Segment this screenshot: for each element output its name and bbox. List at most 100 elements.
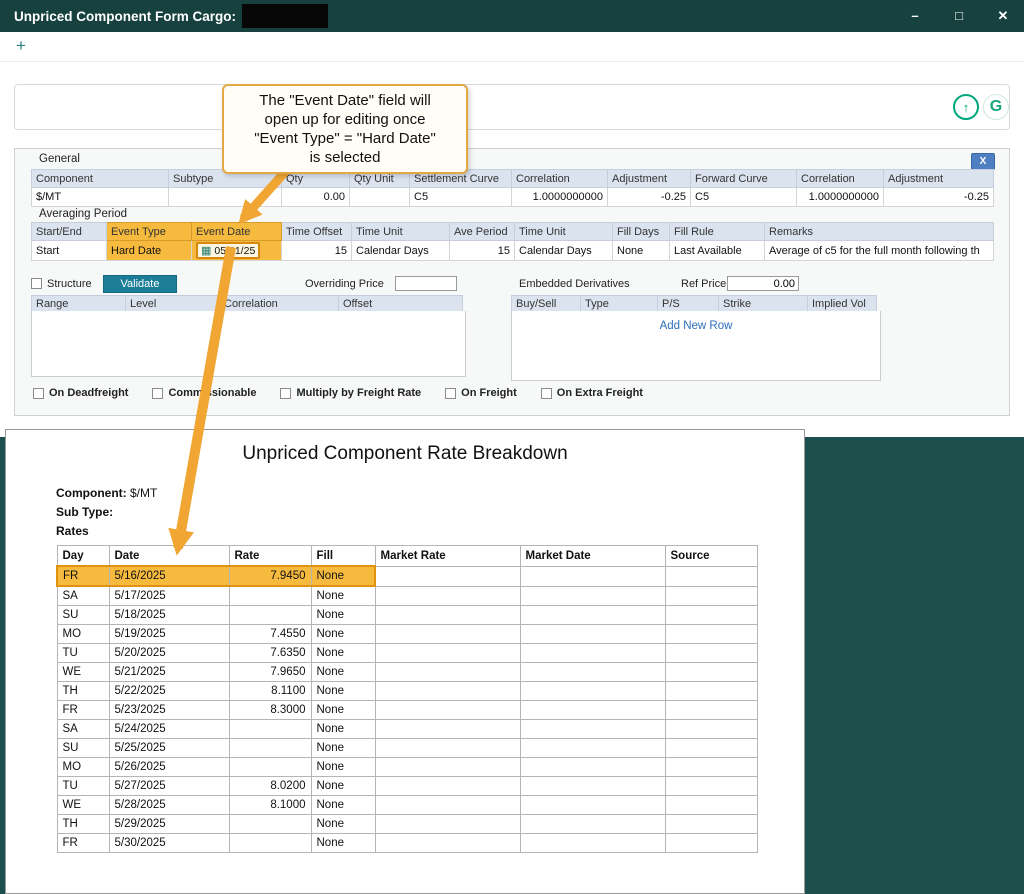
cell: [520, 739, 665, 758]
checkbox[interactable]: [280, 388, 291, 399]
column-header: Fill Rule: [670, 223, 765, 241]
grid-cell[interactable]: $/MT: [32, 188, 169, 207]
grid-cell[interactable]: Last Available: [670, 241, 765, 261]
cell: TH: [57, 682, 109, 701]
checkbox[interactable]: [33, 388, 44, 399]
grid-cell[interactable]: -0.25: [884, 188, 994, 207]
cell: None: [311, 663, 375, 682]
validate-button[interactable]: Validate: [103, 275, 177, 293]
cell: 5/29/2025: [109, 815, 229, 834]
grid-cell[interactable]: Average of c5 for the full month followi…: [765, 241, 994, 261]
event-date-cell[interactable]: ▦05/01/25: [192, 241, 282, 261]
grid-cell[interactable]: Calendar Days: [515, 241, 613, 261]
main-window: Unpriced Component Form Cargo: – □ ✕ + ↑…: [0, 0, 1024, 437]
cell: [520, 758, 665, 777]
ref-price-label: Ref Price: [681, 278, 726, 290]
cell: [375, 796, 520, 815]
rates-line: Rates: [56, 524, 89, 538]
cell: None: [311, 777, 375, 796]
structure-label: Structure: [47, 278, 92, 290]
grid-cell[interactable]: C5: [410, 188, 512, 207]
averaging-period-label: Averaging Period: [39, 208, 127, 220]
cell: [665, 815, 757, 834]
grid-cell[interactable]: Hard Date: [107, 241, 192, 261]
checkbox-option[interactable]: On Extra Freight: [541, 387, 643, 399]
checkbox-option[interactable]: Commissionable: [152, 387, 256, 399]
cell: [229, 834, 311, 853]
close-button[interactable]: ✕: [996, 8, 1010, 24]
callout-line: The "Event Date" field will: [230, 91, 460, 110]
callout-line: is selected: [230, 148, 460, 167]
column-header: Adjustment: [608, 170, 691, 188]
grid-cell[interactable]: -0.25: [608, 188, 691, 207]
add-new-row-link[interactable]: Add New Row: [660, 320, 733, 332]
status-icon[interactable]: ↑: [953, 94, 979, 120]
cell: 5/30/2025: [109, 834, 229, 853]
cell: [229, 739, 311, 758]
cell: 8.1000: [229, 796, 311, 815]
cell: [665, 739, 757, 758]
cell: None: [311, 682, 375, 701]
cell: 5/16/2025: [109, 566, 229, 586]
cell: 5/27/2025: [109, 777, 229, 796]
event-date-input[interactable]: ▦05/01/25: [196, 242, 260, 259]
averaging-period-table: Start/EndEvent TypeEvent DateTime Offset…: [31, 222, 994, 261]
cell: 7.9650: [229, 663, 311, 682]
grid-cell[interactable]: 1.0000000000: [512, 188, 608, 207]
column-header: Adjustment: [884, 170, 994, 188]
cell: None: [311, 739, 375, 758]
column-header: Fill Days: [613, 223, 670, 241]
grid-cell[interactable]: [350, 188, 410, 207]
table-row: TH5/22/20258.1100None: [57, 682, 757, 701]
table-row: TU5/20/20257.6350None: [57, 644, 757, 663]
grid-cell[interactable]: 15: [282, 241, 352, 261]
column-header: Market Date: [520, 546, 665, 567]
derivatives-table-header: Buy/SellTypeP/SStrikeImplied Vol: [511, 295, 876, 312]
add-button[interactable]: +: [16, 36, 26, 56]
cell: [375, 682, 520, 701]
grid-cell[interactable]: [169, 188, 282, 207]
grid-cell[interactable]: 1.0000000000: [797, 188, 884, 207]
cell: 5/17/2025: [109, 586, 229, 606]
checkbox-option[interactable]: On Freight: [445, 387, 517, 399]
checkbox[interactable]: [445, 388, 456, 399]
component-label: Component:: [56, 486, 127, 500]
cell: SA: [57, 720, 109, 739]
checkbox[interactable]: [541, 388, 552, 399]
grid-cell[interactable]: C5: [691, 188, 797, 207]
grid-cell[interactable]: Calendar Days: [352, 241, 450, 261]
cell: [229, 815, 311, 834]
structure-checkbox[interactable]: [31, 278, 42, 289]
minimize-button[interactable]: –: [908, 8, 922, 24]
checkbox[interactable]: [152, 388, 163, 399]
cell: [375, 739, 520, 758]
maximize-button[interactable]: □: [952, 8, 966, 24]
column-header: Event Date: [192, 223, 282, 241]
cell: TU: [57, 644, 109, 663]
panel-close-button[interactable]: X: [971, 153, 995, 170]
grid-cell[interactable]: None: [613, 241, 670, 261]
cell: WE: [57, 663, 109, 682]
table-row: FR5/30/2025None: [57, 834, 757, 853]
cell: 5/18/2025: [109, 606, 229, 625]
cell: 5/19/2025: [109, 625, 229, 644]
cell: MO: [57, 625, 109, 644]
cell: None: [311, 586, 375, 606]
cell: None: [311, 625, 375, 644]
cell: MO: [57, 758, 109, 777]
column-header: Remarks: [765, 223, 994, 241]
cell: [375, 777, 520, 796]
checkbox-option[interactable]: On Deadfreight: [33, 387, 128, 399]
embedded-derivatives-label: Embedded Derivatives: [519, 278, 630, 290]
overriding-price-input[interactable]: [395, 276, 457, 291]
ref-price-input[interactable]: [727, 276, 799, 291]
cell: [665, 777, 757, 796]
grammarly-icon[interactable]: G: [983, 94, 1009, 120]
grid-cell[interactable]: 15: [450, 241, 515, 261]
rates-table: DayDateRateFillMarket RateMarket DateSou…: [56, 545, 758, 853]
grid-cell[interactable]: Start: [32, 241, 107, 261]
cell: 5/22/2025: [109, 682, 229, 701]
grid-cell[interactable]: 0.00: [282, 188, 350, 207]
checkbox-option[interactable]: Multiply by Freight Rate: [280, 387, 421, 399]
calendar-icon[interactable]: ▦: [201, 246, 211, 256]
